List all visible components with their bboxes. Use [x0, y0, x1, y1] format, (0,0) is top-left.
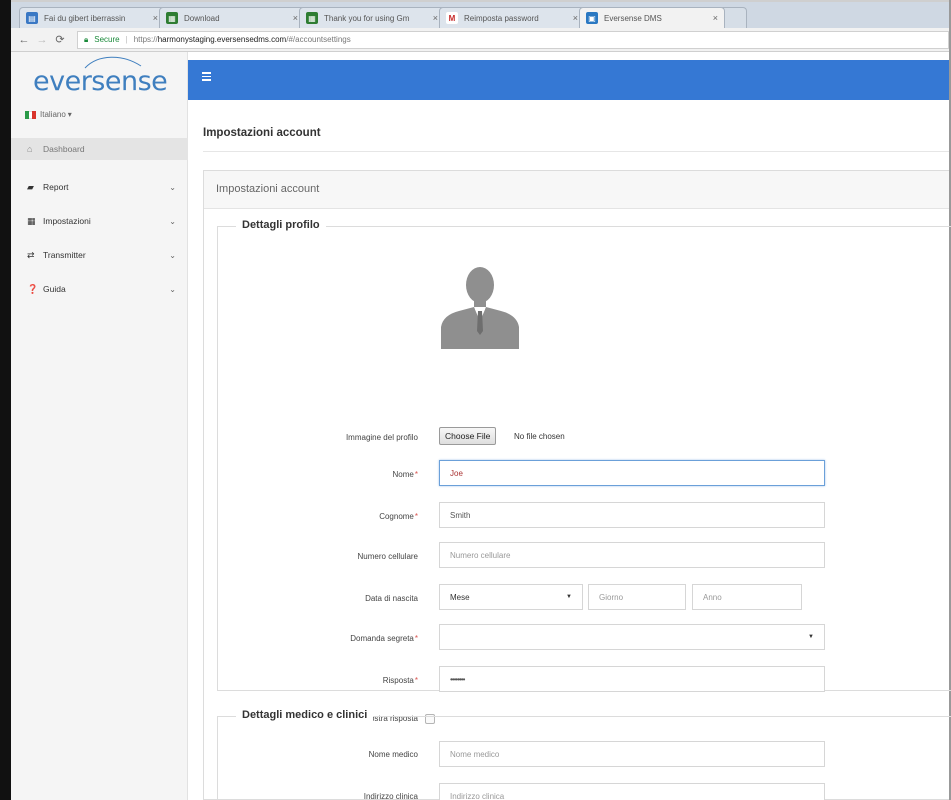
select-caret-icon: ▼	[566, 594, 572, 600]
sidebar-item-label: Impostazioni	[43, 216, 91, 226]
tab-favicon-icon: ▣	[586, 12, 598, 24]
transmitter-icon: ⇄	[27, 249, 35, 260]
close-icon[interactable]: ×	[153, 13, 158, 23]
profile-details-legend: Dettagli profilo	[236, 219, 326, 231]
mobile-number-label: Numero cellulare	[357, 552, 418, 561]
security-answer-input[interactable]: ••••••••	[439, 666, 825, 692]
chevron-down-icon: ⌄	[169, 284, 176, 294]
eversense-logo[interactable]: eversense	[33, 66, 168, 97]
sidebar-item-report[interactable]: ▰ Report ⌄	[11, 176, 188, 198]
sidebar-item-transmitter[interactable]: ⇄ Transmitter ⌄	[11, 244, 188, 266]
close-icon[interactable]: ×	[713, 13, 718, 23]
page-title: Impostazioni account	[203, 118, 949, 152]
file-status-text: No file chosen	[514, 432, 565, 441]
sidebar: eversense Italiano ▾ ⌂ Dashboard ▰ Report ⌄ ▦…	[11, 52, 188, 800]
italy-flag-icon	[25, 110, 37, 119]
chevron-down-icon: ⌄	[169, 250, 176, 260]
browser-tab[interactable]: M Reimposta password ×	[439, 7, 585, 28]
medical-details-fieldset: Dettagli medico e clinici Nome medico No…	[217, 709, 951, 800]
forward-arrow-icon[interactable]: →	[35, 34, 49, 46]
security-question-select[interactable]: ▼	[439, 624, 825, 650]
mobile-number-input[interactable]: Numero cellulare	[439, 542, 825, 568]
doctor-name-input[interactable]: Nome medico	[439, 741, 825, 767]
medical-details-legend: Dettagli medico e clinici	[236, 709, 374, 721]
browser-tab[interactable]: ▦ Download ×	[159, 7, 305, 28]
close-icon[interactable]: ×	[573, 13, 578, 23]
dashboard-icon: ⌂	[27, 144, 33, 154]
birth-date-label: Data di nascita	[365, 594, 418, 603]
menu-toggle-icon[interactable]	[202, 72, 211, 83]
tab-favicon-icon: ▤	[26, 12, 38, 24]
tab-favicon-icon: ▦	[166, 12, 178, 24]
language-label: Italiano	[40, 110, 66, 119]
tab-title: Thank you for using Gm	[324, 13, 410, 23]
sidebar-item-label: Guida	[43, 284, 66, 294]
back-arrow-icon[interactable]: ←	[17, 34, 31, 46]
account-settings-panel: Impostazioni account Dettagli profilo Im…	[203, 170, 951, 800]
book-icon: ▰	[27, 181, 34, 192]
url-prefix: https://	[133, 35, 158, 44]
chevron-down-icon: ▾	[67, 110, 72, 119]
sidebar-item-label: Dashboard	[43, 144, 85, 154]
choose-file-button[interactable]: Choose File	[439, 427, 497, 445]
tab-favicon-icon: M	[446, 12, 458, 24]
profile-details-fieldset: Dettagli profilo Immagine del profilo Ch…	[217, 219, 951, 724]
panel-heading: Impostazioni account	[204, 171, 949, 209]
security-question-label: Domanda segreta*	[350, 634, 418, 643]
security-answer-label: Risposta*	[382, 676, 418, 685]
secure-lock-icon: 🔒︎	[84, 34, 89, 44]
sidebar-item-dashboard[interactable]: ⌂ Dashboard	[11, 138, 188, 160]
window-left-edge	[0, 0, 11, 800]
table-icon: ▦	[27, 215, 36, 226]
tab-title: Eversense DMS	[604, 13, 662, 23]
reload-icon[interactable]: ⟳	[53, 33, 67, 46]
clinic-address-input[interactable]: Indirizzo clinica	[439, 783, 825, 800]
browser-address-bar: ← → ⟳ 🔒︎ Secure | https:// harmonystagin…	[11, 28, 949, 52]
sidebar-item-guida[interactable]: ❓ Guida ⌄	[11, 278, 188, 300]
doctor-name-label: Nome medico	[368, 750, 418, 759]
birth-day-input[interactable]: Giorno	[588, 584, 686, 610]
top-header-bar	[188, 60, 949, 100]
browser-tab-strip: ▤ Fai du gibert iberrassin × ▦ Download × ▦ Tha…	[11, 2, 949, 28]
tab-title: Fai du gibert iberrassin	[44, 13, 126, 23]
url-path: /#/accountsettings	[286, 35, 351, 44]
birth-month-select[interactable]: Mese ▼	[439, 584, 583, 610]
first-name-label: Nome*	[392, 470, 418, 479]
sidebar-item-label: Transmitter	[43, 250, 86, 260]
url-field[interactable]: 🔒︎ Secure | https:// harmonystaging.ever…	[77, 30, 949, 49]
help-icon: ❓	[27, 283, 39, 294]
url-separator: |	[125, 35, 128, 44]
browser-tab[interactable]: ▤ Fai du gibert iberrassin ×	[19, 7, 165, 28]
sidebar-item-impostazioni[interactable]: ▦ Impostazioni ⌄	[11, 210, 188, 232]
chevron-down-icon: ⌄	[169, 182, 176, 192]
browser-tab[interactable]: ▣ Eversense DMS ×	[579, 7, 725, 28]
last-name-input[interactable]: Smith	[439, 502, 825, 528]
profile-avatar-icon	[441, 255, 519, 349]
birth-year-input[interactable]: Anno	[692, 584, 802, 610]
secure-label: Secure	[94, 35, 120, 44]
language-selector[interactable]: Italiano ▾	[25, 110, 72, 119]
browser-tab[interactable]: ▦ Thank you for using Gm ×	[299, 7, 445, 28]
url-domain: harmonystaging.eversensedms.com	[157, 35, 287, 44]
close-icon[interactable]: ×	[433, 13, 438, 23]
tab-title: Reimposta password	[464, 13, 539, 23]
profile-image-label: Immagine del profilo	[345, 433, 418, 442]
clinic-address-label: Indirizzo clinica	[363, 792, 418, 800]
select-caret-icon: ▼	[808, 634, 814, 640]
last-name-label: Cognome*	[379, 512, 418, 521]
chevron-down-icon: ⌄	[169, 216, 176, 226]
close-icon[interactable]: ×	[293, 13, 298, 23]
sidebar-item-label: Report	[43, 182, 69, 192]
first-name-input[interactable]: Joe	[439, 460, 825, 486]
birth-month-value: Mese	[450, 592, 470, 602]
tab-favicon-icon: ▦	[306, 12, 318, 24]
tab-title: Download	[184, 13, 220, 23]
